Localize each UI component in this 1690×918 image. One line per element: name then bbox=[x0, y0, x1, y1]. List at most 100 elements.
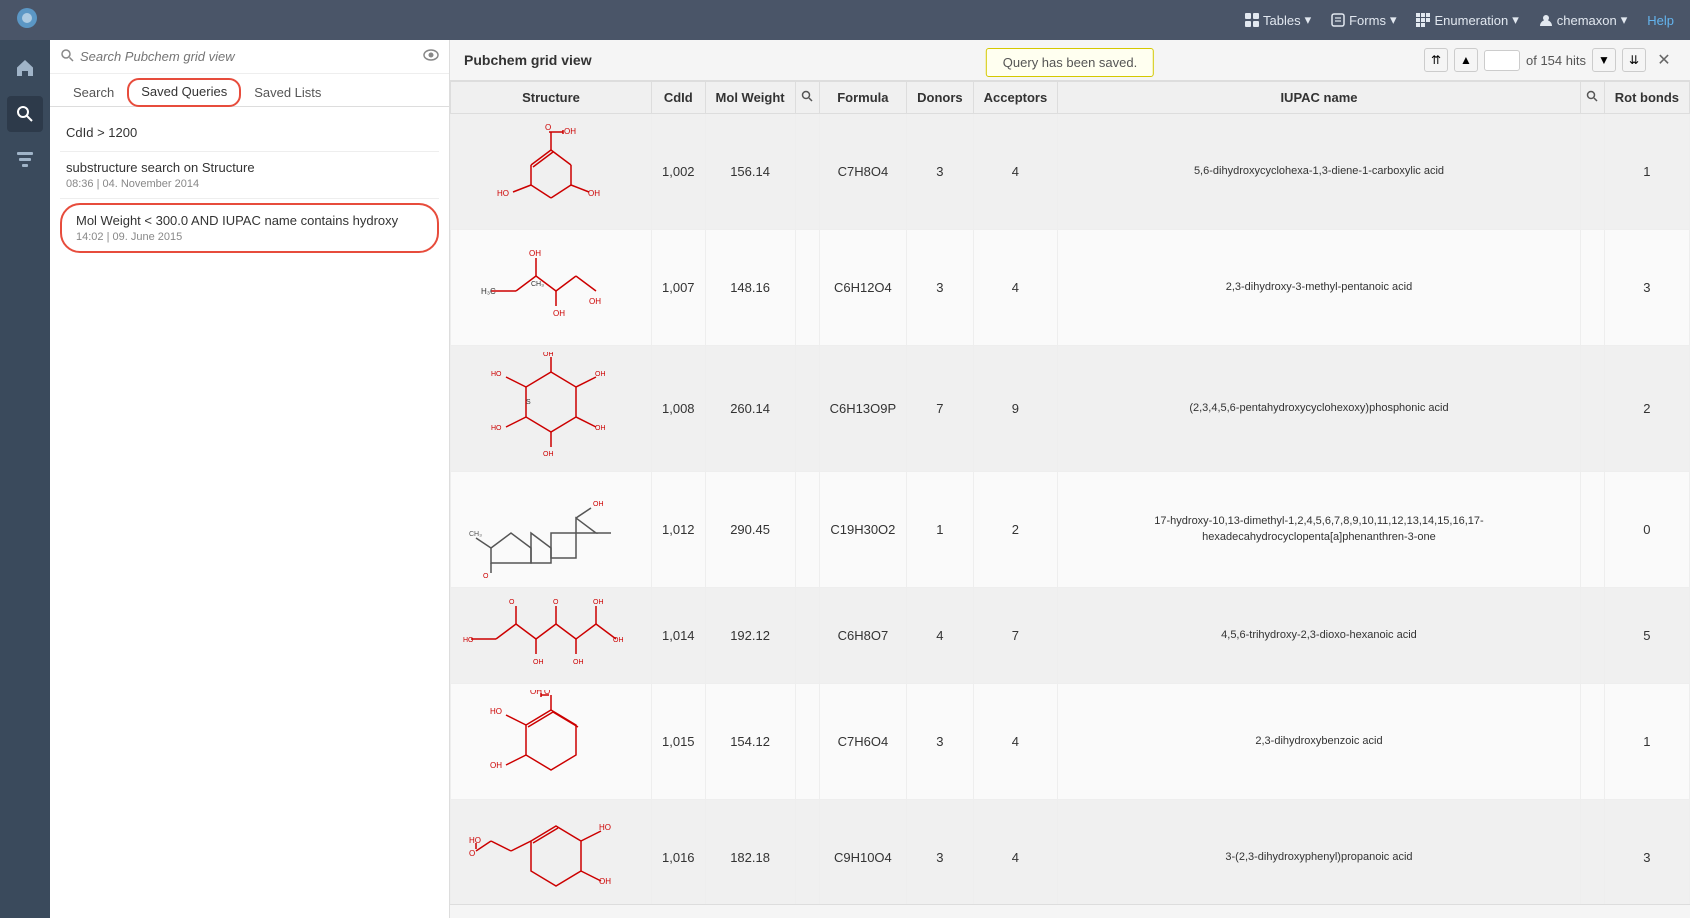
rot-bonds-cell: 5 bbox=[1604, 588, 1689, 684]
tab-saved-queries[interactable]: Saved Queries bbox=[127, 78, 241, 107]
mol-weight-cell: 192.12 bbox=[705, 588, 795, 684]
svg-text:H₃C: H₃C bbox=[481, 287, 496, 296]
empty-col-1 bbox=[795, 346, 819, 472]
sidebar-icon-home[interactable] bbox=[7, 50, 43, 86]
grid-header: Pubchem grid view Query has been saved. … bbox=[450, 40, 1690, 81]
cdid-cell[interactable]: 1,002 bbox=[652, 114, 706, 230]
acceptors-cell: 4 bbox=[973, 684, 1058, 800]
donors-cell: 4 bbox=[907, 588, 974, 684]
tab-saved-lists[interactable]: Saved Lists bbox=[241, 78, 334, 107]
iupac-cell: (2,3,4,5,6-pentahydroxycyclohexoxy)phosp… bbox=[1058, 346, 1581, 472]
rot-bonds-cell: 0 bbox=[1604, 472, 1689, 588]
acceptors-cell: 2 bbox=[973, 472, 1058, 588]
svg-text:HO: HO bbox=[599, 823, 611, 832]
close-button[interactable]: ✕ bbox=[1652, 48, 1676, 72]
col-cdid: CdId bbox=[652, 82, 706, 114]
sidebar-icon-filter[interactable] bbox=[7, 142, 43, 178]
data-table-wrap[interactable]: Structure CdId Mol Weight Formula Donors… bbox=[450, 81, 1690, 904]
empty-col-2 bbox=[1580, 114, 1604, 230]
mol-weight-cell: 290.45 bbox=[705, 472, 795, 588]
donors-cell: 3 bbox=[907, 800, 974, 905]
rot-bonds-cell: 3 bbox=[1604, 230, 1689, 346]
cdid-cell[interactable]: 1,014 bbox=[652, 588, 706, 684]
formula-cell: C6H12O4 bbox=[819, 230, 906, 346]
svg-text:OH: OH bbox=[589, 297, 601, 306]
svg-text:OH: OH bbox=[490, 761, 502, 770]
query-item-2[interactable]: Mol Weight < 300.0 AND IUPAC name contai… bbox=[60, 203, 439, 253]
iupac-cell: 2,3-dihydroxy-3-methyl-pentanoic acid bbox=[1058, 230, 1581, 346]
nav-first-button[interactable]: ⇈ bbox=[1424, 48, 1448, 72]
main-layout: Search Saved Queries Saved Lists CdId > … bbox=[0, 40, 1690, 918]
user-menu[interactable]: chemaxon ▾ bbox=[1539, 12, 1628, 28]
formula-cell: C7H8O4 bbox=[819, 114, 906, 230]
col-rot-bonds: Rot bonds bbox=[1604, 82, 1689, 114]
query-item-1[interactable]: substructure search on Structure08:36 | … bbox=[60, 152, 439, 199]
col-iupac: IUPAC name bbox=[1058, 82, 1581, 114]
svg-text:O: O bbox=[509, 599, 515, 606]
cdid-cell[interactable]: 1,015 bbox=[652, 684, 706, 800]
search-input[interactable] bbox=[80, 49, 417, 64]
app-logo bbox=[16, 7, 38, 34]
acceptors-cell: 9 bbox=[973, 346, 1058, 472]
svg-text:OH: OH bbox=[529, 249, 541, 258]
donors-cell: 3 bbox=[907, 114, 974, 230]
cdid-cell[interactable]: 1,007 bbox=[652, 230, 706, 346]
mol-weight-cell: 148.16 bbox=[705, 230, 795, 346]
eye-icon[interactable] bbox=[423, 49, 439, 64]
horizontal-scrollbar[interactable] bbox=[450, 904, 1690, 918]
right-content: Pubchem grid view Query has been saved. … bbox=[450, 40, 1690, 918]
data-table: Structure CdId Mol Weight Formula Donors… bbox=[450, 81, 1690, 904]
nav-next-button[interactable]: ▼ bbox=[1592, 48, 1616, 72]
svg-text:OH: OH bbox=[588, 189, 600, 198]
nav-last-button[interactable]: ⇊ bbox=[1622, 48, 1646, 72]
help-link[interactable]: Help bbox=[1647, 13, 1674, 28]
empty-col-1 bbox=[795, 472, 819, 588]
donors-cell: 7 bbox=[907, 346, 974, 472]
cdid-cell[interactable]: 1,016 bbox=[652, 800, 706, 905]
structure-cell-3: CH₃ OH O bbox=[451, 472, 652, 588]
page-input[interactable]: 1 bbox=[1484, 50, 1520, 71]
iupac-cell: 17-hydroxy-10,13-dimethyl-1,2,4,5,6,7,8,… bbox=[1058, 472, 1581, 588]
grid-title: Pubchem grid view bbox=[464, 52, 592, 68]
svg-text:OH: OH bbox=[595, 425, 606, 432]
toast-notification: Query has been saved. bbox=[986, 48, 1154, 77]
table-row: O OH HO OH 1,015154.12C7H6O4342,3-dihydr… bbox=[451, 684, 1690, 800]
tables-menu[interactable]: Tables ▾ bbox=[1245, 12, 1311, 28]
donors-cell: 3 bbox=[907, 230, 974, 346]
acceptors-cell: 4 bbox=[973, 800, 1058, 905]
acceptors-cell: 4 bbox=[973, 114, 1058, 230]
col-iupac-search-icon[interactable] bbox=[1580, 82, 1604, 114]
rot-bonds-cell: 2 bbox=[1604, 346, 1689, 472]
iupac-cell: 5,6-dihydroxycyclohexa-1,3-diene-1-carbo… bbox=[1058, 114, 1581, 230]
svg-text:O: O bbox=[483, 573, 489, 578]
structure-cell-6: HO O HO OH bbox=[451, 800, 652, 905]
tab-search[interactable]: Search bbox=[60, 78, 127, 107]
query-item-0[interactable]: CdId > 1200 bbox=[60, 117, 439, 152]
empty-col-1 bbox=[795, 800, 819, 905]
svg-text:O: O bbox=[469, 849, 475, 858]
formula-cell: C19H30O2 bbox=[819, 472, 906, 588]
formula-cell: C6H8O7 bbox=[819, 588, 906, 684]
enumeration-menu[interactable]: Enumeration ▾ bbox=[1416, 12, 1518, 28]
sidebar-icon-search[interactable] bbox=[7, 96, 43, 132]
cdid-cell[interactable]: 1,012 bbox=[652, 472, 706, 588]
cdid-cell[interactable]: 1,008 bbox=[652, 346, 706, 472]
table-row: CH₃ OH O 1,012290.45 C19H30O21217-hydroxy… bbox=[451, 472, 1690, 588]
formula-cell: C7H6O4 bbox=[819, 684, 906, 800]
col-acceptors: Acceptors bbox=[973, 82, 1058, 114]
empty-col-2 bbox=[1580, 346, 1604, 472]
donors-cell: 3 bbox=[907, 684, 974, 800]
empty-col-2 bbox=[1580, 230, 1604, 346]
structure-cell-5: O OH HO OH bbox=[451, 684, 652, 800]
donors-cell: 1 bbox=[907, 472, 974, 588]
rot-bonds-cell: 3 bbox=[1604, 800, 1689, 905]
rot-bonds-cell: 1 bbox=[1604, 114, 1689, 230]
svg-text:HO: HO bbox=[469, 836, 481, 845]
nav-prev-button[interactable]: ▲ bbox=[1454, 48, 1478, 72]
svg-text:O: O bbox=[553, 599, 559, 606]
forms-menu[interactable]: Forms ▾ bbox=[1331, 12, 1396, 28]
top-nav: Tables ▾ Forms ▾ Enumeration ▾ chemaxon … bbox=[0, 0, 1690, 40]
rot-bonds-cell: 1 bbox=[1604, 684, 1689, 800]
svg-text:CH₃: CH₃ bbox=[531, 281, 544, 288]
col-mol-weight-search-icon[interactable] bbox=[795, 82, 819, 114]
